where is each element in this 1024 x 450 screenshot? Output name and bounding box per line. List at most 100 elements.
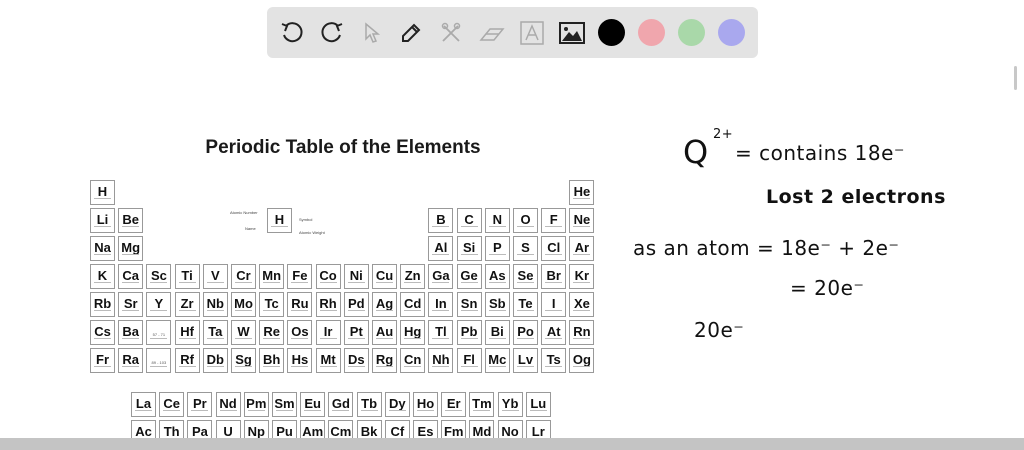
color-swatch-black[interactable] bbox=[598, 19, 625, 46]
element-cell: Cs bbox=[90, 320, 115, 345]
element-symbol: H bbox=[97, 184, 108, 199]
element-symbol: Zn bbox=[404, 268, 421, 283]
element-cell: Se bbox=[513, 264, 538, 289]
element-symbol: Si bbox=[462, 240, 476, 255]
element-cell: Re bbox=[259, 320, 285, 345]
element-symbol: Gd bbox=[331, 396, 350, 411]
element-cell: Ni bbox=[343, 264, 369, 289]
element-cell: Lv bbox=[513, 348, 538, 373]
element-symbol: Fm bbox=[443, 424, 464, 439]
pen-icon[interactable] bbox=[396, 18, 426, 48]
element-symbol: Li bbox=[96, 212, 109, 227]
image-icon[interactable] bbox=[557, 18, 587, 48]
element-cell: Nd bbox=[215, 392, 241, 417]
element-cell: La bbox=[131, 392, 156, 417]
element-cell: He bbox=[569, 180, 595, 205]
element-symbol: Bh bbox=[263, 352, 281, 367]
element-symbol: Yb bbox=[501, 396, 519, 411]
element-cell: Ne bbox=[569, 208, 595, 233]
element-cell: Xe bbox=[569, 292, 595, 317]
element-cell: Rb bbox=[90, 292, 115, 317]
element-symbol: V bbox=[210, 268, 220, 283]
element-cell: Ts bbox=[541, 348, 567, 373]
element-symbol: 57 - 71 bbox=[152, 332, 166, 337]
element-cell: Sn bbox=[456, 292, 482, 317]
element-symbol: Cm bbox=[330, 424, 352, 439]
undo-icon[interactable] bbox=[277, 18, 307, 48]
element-symbol: Tl bbox=[435, 324, 447, 339]
element-cell: Pm bbox=[243, 392, 269, 417]
element-symbol: Eu bbox=[304, 396, 321, 411]
tools-icon[interactable] bbox=[436, 18, 466, 48]
element-cell: N bbox=[484, 208, 510, 233]
element-symbol: Er bbox=[446, 396, 461, 411]
element-cell: Al bbox=[428, 236, 454, 261]
element-cell: W bbox=[231, 320, 256, 345]
horizontal-scrollbar[interactable] bbox=[0, 438, 1024, 450]
element-cell: Mg bbox=[118, 236, 144, 261]
color-swatch-green[interactable] bbox=[678, 19, 705, 46]
element-symbol: Cl bbox=[547, 240, 561, 255]
element-symbol: Pu bbox=[276, 424, 293, 439]
element-symbol: N bbox=[492, 212, 502, 227]
element-symbol: Mg bbox=[121, 240, 141, 255]
element-cell: Tc bbox=[259, 292, 285, 317]
element-cell: Er bbox=[441, 392, 467, 417]
element-symbol: Ti bbox=[181, 268, 193, 283]
element-cell: Br bbox=[541, 264, 567, 289]
element-symbol: Cr bbox=[236, 268, 251, 283]
element-symbol: Mo bbox=[234, 296, 253, 311]
element-symbol: Rn bbox=[573, 324, 591, 339]
element-cell: Si bbox=[456, 236, 482, 261]
element-cell: Co bbox=[315, 264, 341, 289]
element-cell: 89 - 103 bbox=[146, 348, 172, 373]
element-cell: Y bbox=[146, 292, 172, 317]
element-symbol: Be bbox=[122, 212, 139, 227]
element-symbol: Kr bbox=[574, 268, 590, 283]
element-symbol: O bbox=[520, 212, 531, 227]
element-cell: Fe bbox=[287, 264, 313, 289]
element-cell: 57 - 71 bbox=[146, 320, 172, 345]
element-cell: Tl bbox=[428, 320, 454, 345]
element-symbol: No bbox=[501, 424, 519, 439]
eraser-icon[interactable] bbox=[477, 18, 507, 48]
element-cell: Ar bbox=[569, 236, 595, 261]
element-symbol: Db bbox=[206, 352, 224, 367]
element-symbol: Re bbox=[263, 324, 280, 339]
select-icon[interactable] bbox=[357, 18, 387, 48]
element-symbol: Rh bbox=[319, 296, 337, 311]
element-symbol: Ho bbox=[416, 396, 435, 411]
redo-icon[interactable] bbox=[317, 18, 347, 48]
element-symbol: Sr bbox=[123, 296, 138, 311]
element-cell: Ho bbox=[413, 392, 438, 417]
element-symbol: S bbox=[521, 240, 530, 255]
element-cell: Hs bbox=[287, 348, 313, 373]
element-symbol: Au bbox=[375, 324, 394, 339]
color-swatch-pink[interactable] bbox=[638, 19, 665, 46]
element-symbol: Lv bbox=[517, 352, 534, 367]
legend-symbol-label: Symbol bbox=[299, 217, 313, 222]
element-cell: Bh bbox=[259, 348, 285, 373]
element-cell: Mo bbox=[231, 292, 256, 317]
element-symbol: Xe bbox=[573, 296, 590, 311]
element-cell: Cn bbox=[400, 348, 426, 373]
element-symbol: Hg bbox=[404, 324, 422, 339]
color-swatch-purple[interactable] bbox=[718, 19, 745, 46]
element-cell: Ir bbox=[315, 320, 341, 345]
element-symbol: Fr bbox=[96, 352, 109, 367]
drawing-toolbar bbox=[267, 7, 758, 58]
element-symbol: P bbox=[492, 240, 502, 255]
element-symbol: Ac bbox=[135, 424, 152, 439]
element-cell: Tb bbox=[356, 392, 382, 417]
text-icon[interactable] bbox=[517, 18, 547, 48]
element-cell: Tm bbox=[469, 392, 495, 417]
element-cell: Bi bbox=[484, 320, 510, 345]
element-symbol: Hf bbox=[180, 324, 194, 339]
element-symbol: Tm bbox=[472, 396, 492, 411]
vertical-scrollbar[interactable] bbox=[1014, 66, 1017, 90]
element-cell: Zn bbox=[400, 264, 426, 289]
element-symbol: Ir bbox=[323, 324, 333, 339]
element-symbol: Tc bbox=[264, 296, 279, 311]
element-symbol: Ca bbox=[122, 268, 139, 283]
element-symbol: Nd bbox=[219, 396, 237, 411]
